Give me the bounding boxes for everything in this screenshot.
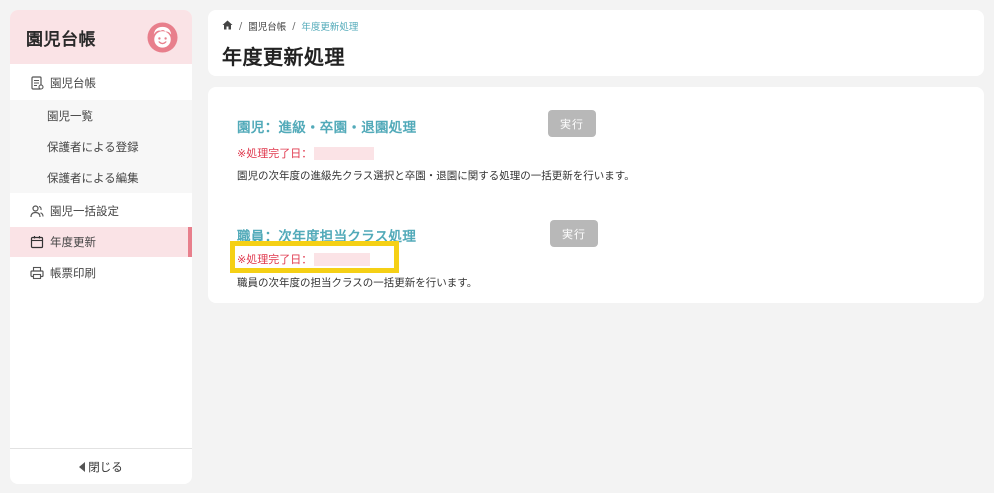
section-children-title: 園児：進級・卒園・退園処理	[237, 120, 417, 136]
breadcrumb-current: 年度更新処理	[301, 22, 359, 33]
caret-left-icon	[79, 461, 86, 472]
users-icon	[30, 204, 44, 218]
child-face-logo-icon	[147, 21, 178, 53]
breadcrumb-separator: /	[292, 20, 296, 32]
sidebar-item-label: 園児一括設定	[50, 204, 119, 218]
calendar-icon	[30, 235, 44, 249]
breadcrumb: / 園児台帳 / 年度更新処理	[222, 19, 358, 33]
sidebar-item-label: 帳票印刷	[50, 266, 96, 280]
sidebar-subitem-guardian-edit[interactable]: 保護者による編集	[10, 163, 192, 193]
sidebar-item-ledger[interactable]: 園児台帳	[10, 68, 192, 98]
sidebar-item-year-update[interactable]: 年度更新	[10, 227, 192, 257]
page-header: / 園児台帳 / 年度更新処理 年度更新処理	[208, 10, 984, 76]
sidebar-item-print-forms[interactable]: 帳票印刷	[10, 258, 192, 288]
sidebar-title: 園児台帳	[26, 29, 96, 50]
breadcrumb-link-ledger[interactable]: 園児台帳	[248, 19, 286, 33]
sidebar-item-bulk-settings[interactable]: 園児一括設定	[10, 196, 192, 226]
children-done-date: ※処理完了日：	[237, 145, 375, 161]
highlight-box	[230, 241, 399, 273]
close-sidebar-button[interactable]: 閉じる	[10, 448, 192, 484]
sidebar-subitem-guardian-register[interactable]: 保護者による登録	[10, 132, 192, 162]
sidebar-subitem-child-list[interactable]: 園児一覧	[10, 101, 192, 131]
run-staff-button[interactable]: 実行	[550, 220, 598, 247]
printer-icon	[30, 266, 44, 280]
main-content: 園児：進級・卒園・退園処理 実行 ※処理完了日： 園児の次年度の進級先クラス選択…	[208, 87, 984, 303]
ledger-icon	[30, 76, 44, 90]
sidebar-item-label: 園児台帳	[50, 76, 96, 90]
active-indicator	[188, 227, 192, 257]
sidebar-item-label: 年度更新	[50, 235, 96, 249]
sidebar: 園児台帳 園児台帳 園児一覧 保護者による登録 保護者による編集 園児一括設定 …	[10, 10, 192, 484]
done-date-label: ※処理完了日：	[237, 147, 313, 160]
section-staff-description: 職員の次年度の担当クラスの一括更新を行います。	[237, 277, 478, 289]
section-children-description: 園児の次年度の進級先クラス選択と卒園・退園に関する処理の一括更新を行います。	[237, 170, 635, 182]
close-label: 閉じる	[88, 459, 123, 474]
breadcrumb-separator: /	[239, 20, 243, 32]
redacted-date	[314, 146, 375, 160]
sidebar-header: 園児台帳	[10, 10, 192, 64]
home-icon[interactable]	[222, 20, 233, 33]
page-title: 年度更新処理	[222, 45, 345, 69]
run-children-button[interactable]: 実行	[548, 110, 596, 137]
